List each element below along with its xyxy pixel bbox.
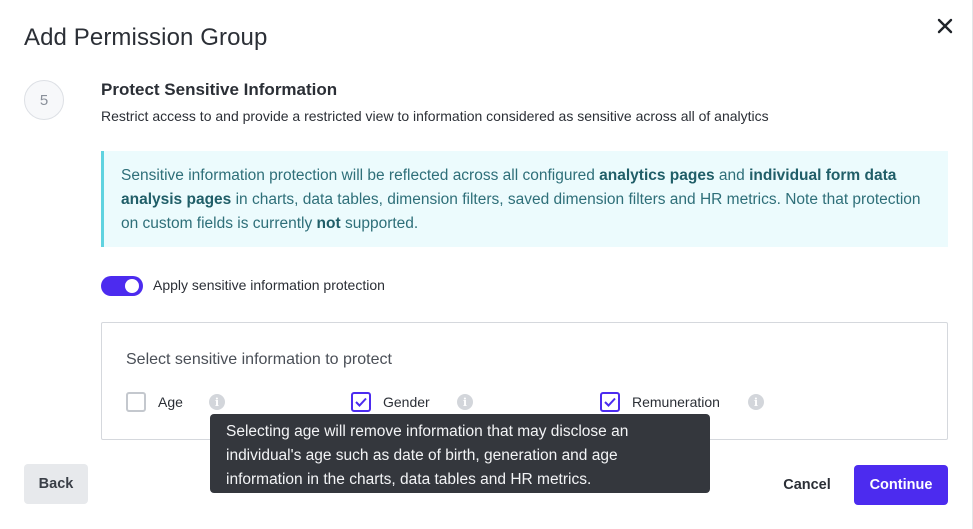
info-text: in charts, data tables, dimension filter… (121, 191, 921, 232)
age-checkbox[interactable] (126, 392, 146, 412)
info-icon[interactable]: i (209, 394, 225, 410)
close-icon (937, 18, 953, 34)
section-description: Restrict access to and provide a restric… (101, 108, 769, 124)
info-callout: Sensitive information protection will be… (101, 151, 948, 247)
info-icon[interactable]: i (457, 394, 473, 410)
gender-label: Gender (383, 394, 430, 410)
cancel-button[interactable]: Cancel (772, 465, 842, 505)
option-remuneration: Remuneration (600, 391, 720, 413)
sensitive-protection-toggle[interactable] (101, 276, 143, 296)
checkmark-icon (355, 397, 367, 407)
option-gender: Gender (351, 391, 430, 413)
remuneration-checkbox[interactable] (600, 392, 620, 412)
section-title: Protect Sensitive Information (101, 80, 338, 99)
age-info-tooltip: Selecting age will remove information th… (210, 414, 710, 493)
remuneration-label: Remuneration (632, 394, 720, 410)
option-age: Age (126, 391, 183, 413)
info-icon[interactable]: i (748, 394, 764, 410)
info-text-bold: analytics pages (599, 167, 715, 184)
step-number-badge: 5 (24, 80, 64, 120)
info-text-bold: not (316, 215, 341, 232)
dialog-title: Add Permission Group (24, 24, 268, 51)
info-text: supported. (340, 215, 419, 232)
checkmark-icon (604, 397, 616, 407)
back-button[interactable]: Back (24, 464, 88, 504)
gender-checkbox[interactable] (351, 392, 371, 412)
close-button[interactable] (933, 14, 957, 38)
info-text: Sensitive information protection will be… (121, 167, 600, 184)
continue-button[interactable]: Continue (854, 465, 948, 505)
toggle-knob (125, 279, 139, 293)
toggle-label: Apply sensitive information protection (153, 277, 385, 293)
options-title: Select sensitive information to protect (126, 351, 392, 368)
add-permission-group-dialog: Add Permission Group 5 Protect Sensitive… (0, 0, 973, 529)
age-label: Age (158, 394, 183, 410)
info-text: and (714, 167, 750, 184)
